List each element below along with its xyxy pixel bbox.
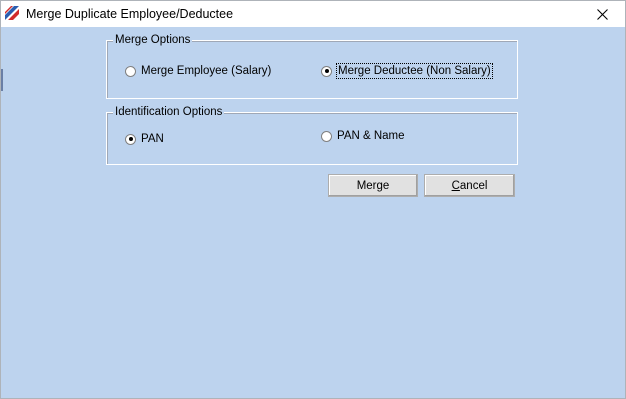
merge-employee-radio-button[interactable] xyxy=(125,65,136,77)
pan-name-label: PAN & Name xyxy=(337,130,405,142)
pan-radio-button[interactable] xyxy=(125,133,136,145)
cancel-button-label: Cancel xyxy=(451,179,488,192)
title-bar[interactable]: Merge Duplicate Employee/Deductee xyxy=(1,1,625,27)
pan-name-radio[interactable]: PAN & Name xyxy=(321,129,405,143)
window-title: Merge Duplicate Employee/Deductee xyxy=(26,7,234,21)
identification-options-legend: Identification Options xyxy=(113,106,225,119)
merge-button-label: Merge xyxy=(356,179,390,192)
merge-deductee-label: Merge Deductee (Non Salary) xyxy=(336,63,493,79)
merge-button[interactable]: Merge xyxy=(328,174,418,197)
close-icon xyxy=(596,8,608,20)
identification-options-group: Identification Options PAN PAN & Name xyxy=(106,106,518,165)
merge-deductee-radio[interactable]: Merge Deductee (Non Salary) xyxy=(321,63,493,79)
close-button[interactable] xyxy=(579,1,625,27)
pan-label: PAN xyxy=(141,133,164,145)
merge-options-group: Merge Options Merge Employee (Salary) Me… xyxy=(106,34,518,99)
merge-employee-label: Merge Employee (Salary) xyxy=(141,65,272,77)
merge-duplicate-dialog: Merge Duplicate Employee/Deductee Merge … xyxy=(0,0,626,399)
app-logo-icon xyxy=(5,6,19,20)
merge-options-legend: Merge Options xyxy=(113,34,193,47)
cancel-button[interactable]: Cancel xyxy=(424,174,515,197)
pan-radio[interactable]: PAN xyxy=(125,132,164,146)
pan-name-radio-button[interactable] xyxy=(321,130,332,142)
window-edge-marker xyxy=(1,69,3,91)
merge-deductee-radio-button[interactable] xyxy=(321,65,332,77)
merge-employee-radio[interactable]: Merge Employee (Salary) xyxy=(125,64,271,78)
